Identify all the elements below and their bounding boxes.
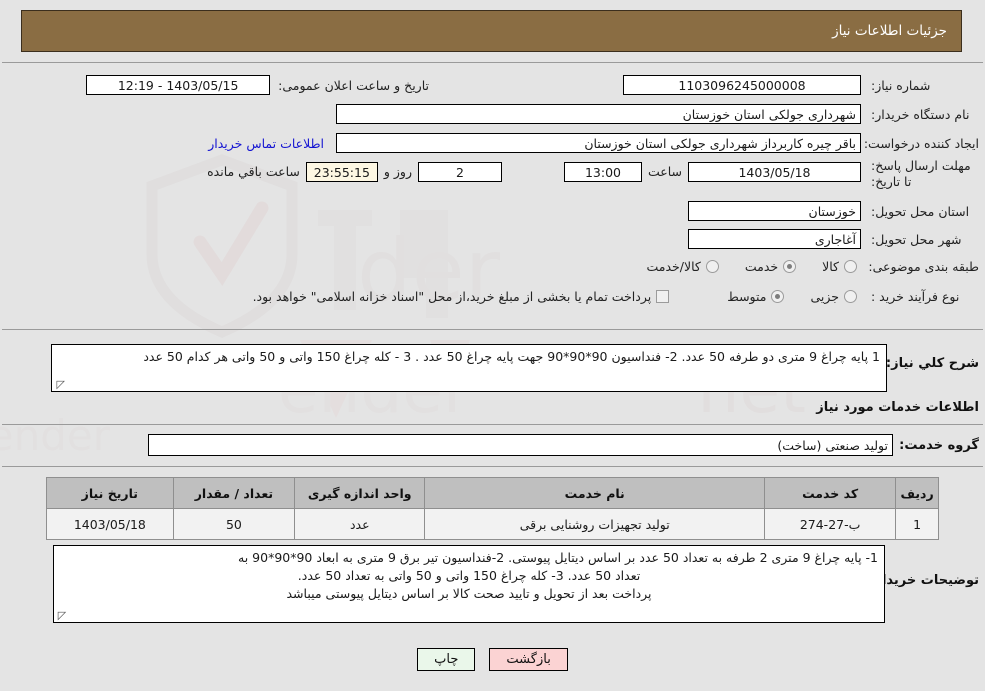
service-group-label: گروه خدمت: <box>899 437 979 453</box>
process-option-minor-label: جزیی <box>810 289 839 304</box>
announce-datetime-value: 1403/05/15 - 12:19 <box>86 75 271 95</box>
td-need-date: 1403/05/18 <box>46 508 174 540</box>
need-number-row: شماره نیاز: 1103096245000008 <box>623 75 979 95</box>
th-quantity: تعداد / مقدار <box>172 477 296 509</box>
deadline-date-value: 1403/05/18 <box>688 162 861 182</box>
announce-datetime-label: تاریخ و ساعت اعلان عمومی: <box>278 77 429 93</box>
divider-above-group <box>2 424 983 425</box>
remaining-time-value: 23:55:15 <box>305 162 378 182</box>
process-option-medium[interactable]: متوسط <box>727 289 785 304</box>
description-section: شرح کلي نیاز: 1 پایه چراغ 9 متری دو طرفه… <box>51 344 979 392</box>
remaining-days-value: 2 <box>417 162 502 182</box>
td-service-code: ب-27-274 <box>764 508 897 540</box>
svg-text:AriaTender: AriaTender <box>0 411 111 460</box>
description-label: شرح کلي نیاز: <box>885 356 979 371</box>
deadline-row: مهلت ارسال پاسخ: تا تاریخ: 1403/05/18 سا… <box>207 158 979 190</box>
footer-buttons: بازگشت چاپ <box>0 648 985 671</box>
buyer-contact-link[interactable]: اطلاعات تماس خریدار <box>208 136 324 151</box>
deadline-label: مهلت ارسال پاسخ: تا تاریخ: <box>871 158 971 189</box>
print-button[interactable]: چاپ <box>417 648 476 671</box>
description-textarea[interactable]: 1 پایه چراغ 9 متری دو طرفه 50 عدد. 2- فن… <box>51 344 887 392</box>
creator-label: ایجاد کننده درخواست: <box>863 135 979 151</box>
remaining-days-label: روز و <box>383 164 412 179</box>
services-table-wrap: ردیف کد خدمت نام خدمت واحد اندازه گیری ت… <box>46 477 939 540</box>
divider-below-group <box>2 466 983 467</box>
page-header: جزئیات اطلاعات نیاز <box>21 10 962 52</box>
process-label: نوع فرآیند خرید : <box>871 289 960 304</box>
buyer-org-row: نام دستگاه خریدار: شهرداری جولکی استان خ… <box>336 104 979 124</box>
services-section-title-wrap: اطلاعات خدمات مورد نیاز <box>816 400 979 415</box>
city-row: شهر محل تحویل: آغاجاری <box>688 229 979 249</box>
buyer-notes-line3: پرداخت بعد از تحویل و تایید صحت کالا بر … <box>286 586 652 601</box>
radio-icon-medium[interactable] <box>771 290 785 303</box>
treasury-checkbox-group[interactable]: پرداخت تمام یا بخشی از مبلغ خرید،از محل … <box>253 289 670 304</box>
process-row: نوع فرآیند خرید : جزیی متوسط پرداخت تمام… <box>253 289 979 304</box>
deadline-hour-value: 13:00 <box>563 162 642 182</box>
buyer-notes-section: توضیحات خریدار: 1- پایه چراغ 9 متری 2 طر… <box>53 545 979 623</box>
description-text: 1 پایه چراغ 9 متری دو طرفه 50 عدد. 2- فن… <box>143 349 880 364</box>
th-row-no: ردیف <box>895 477 939 509</box>
category-option-goods-service-label: کالا/خدمت <box>646 259 701 274</box>
category-option-goods-label: کالا <box>822 259 839 274</box>
radio-icon-goods-service[interactable] <box>705 260 719 273</box>
th-service-name: نام خدمت <box>424 477 766 509</box>
table-row: 1 ب-27-274 تولید تجهیزات روشنایی برقی عد… <box>46 508 939 540</box>
city-value: آغاجاری <box>688 229 861 249</box>
services-table: ردیف کد خدمت نام خدمت واحد اندازه گیری ت… <box>46 477 939 540</box>
service-group-value: تولید صنعتی (ساخت) <box>148 434 893 456</box>
th-unit: واحد اندازه گیری <box>294 477 426 509</box>
need-info-panel: شماره نیاز: 1103096245000008 تاریخ و ساع… <box>2 62 983 330</box>
td-quantity: 50 <box>172 508 296 540</box>
announce-datetime-row: تاریخ و ساعت اعلان عمومی: 1403/05/15 - 1… <box>86 75 429 95</box>
th-service-code: کد خدمت <box>764 477 897 509</box>
resize-grip-icon[interactable]: ◸ <box>55 379 65 390</box>
services-section-title: اطلاعات خدمات مورد نیاز <box>816 400 979 415</box>
category-option-service[interactable]: خدمت <box>744 259 797 274</box>
deadline-hour-label: ساعت <box>647 164 682 179</box>
page-title: جزئیات اطلاعات نیاز <box>832 23 947 39</box>
buyer-notes-textarea[interactable]: 1- پایه چراغ 9 متری 2 طرفه به تعداد 50 ع… <box>53 545 885 623</box>
city-label: شهر محل تحویل: <box>871 231 962 247</box>
buyer-org-label: نام دستگاه خریدار: <box>871 106 970 122</box>
td-unit: عدد <box>294 508 426 540</box>
radio-icon-minor[interactable] <box>844 290 857 303</box>
table-header-row: ردیف کد خدمت نام خدمت واحد اندازه گیری ت… <box>46 477 939 509</box>
td-service-name: تولید تجهیزات روشنایی برقی <box>424 508 766 540</box>
province-label: استان محل تحویل: <box>871 203 970 219</box>
page-root: der ender net AriaTender جزئیات اطلاعات … <box>0 0 985 691</box>
radio-icon-goods[interactable] <box>844 260 857 273</box>
back-button[interactable]: بازگشت <box>489 648 568 671</box>
process-option-minor[interactable]: جزیی <box>810 289 857 304</box>
province-row: استان محل تحویل: خوزستان <box>688 201 979 221</box>
province-value: خوزستان <box>688 201 861 221</box>
process-option-medium-label: متوسط <box>727 289 767 304</box>
buyer-org-value: شهرداری جولکی استان خوزستان <box>336 104 861 124</box>
category-option-goods[interactable]: کالا <box>822 259 857 274</box>
buyer-notes-line1: 1- پایه چراغ 9 متری 2 طرفه به تعداد 50 ع… <box>238 550 878 565</box>
need-number-value: 1103096245000008 <box>623 75 861 95</box>
category-option-service-label: خدمت <box>744 259 779 274</box>
buyer-notes-label: توضیحات خریدار: <box>869 573 979 588</box>
th-need-date: تاریخ نیاز <box>46 477 174 509</box>
radio-icon-service[interactable] <box>783 260 797 273</box>
remaining-time-label: ساعت باقي مانده <box>207 164 300 179</box>
category-label: طبقه بندی موضوعی: <box>868 259 979 274</box>
category-option-goods-service[interactable]: کالا/خدمت <box>646 259 719 274</box>
checkbox-icon-treasury[interactable] <box>656 290 670 303</box>
category-row: طبقه بندی موضوعی: کالا خدمت کالا/خدمت <box>646 259 979 274</box>
treasury-checkbox-label: پرداخت تمام یا بخشی از مبلغ خرید،از محل … <box>252 289 652 304</box>
need-number-label: شماره نیاز: <box>871 77 931 93</box>
service-group-row: گروه خدمت: تولید صنعتی (ساخت) <box>148 434 979 456</box>
creator-value: باقر چیره کاربرداز شهرداری جولکی استان خ… <box>336 133 861 153</box>
creator-row: ایجاد کننده درخواست: باقر چیره کاربرداز … <box>208 133 979 153</box>
td-row-no: 1 <box>895 508 939 540</box>
buyer-notes-line2: تعداد 50 عدد. 3- کله چراغ 150 واتی و 50 … <box>297 568 641 583</box>
resize-grip-icon-notes[interactable]: ◸ <box>57 610 67 621</box>
